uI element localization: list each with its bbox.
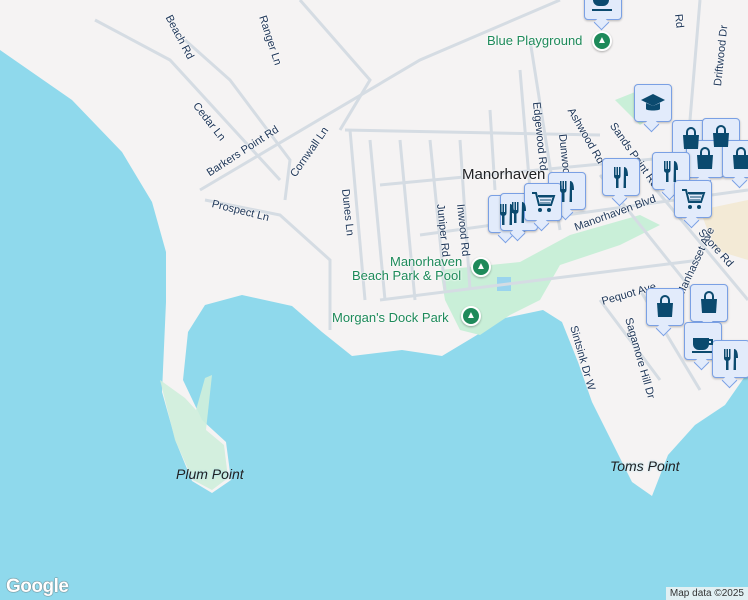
cart-marker[interactable] xyxy=(674,180,712,218)
coffee-marker[interactable] xyxy=(584,0,622,20)
restaurant-icon xyxy=(614,167,628,188)
restaurant-marker[interactable] xyxy=(712,340,748,378)
restaurant-icon xyxy=(512,202,526,223)
shopping-marker[interactable] xyxy=(646,288,684,326)
cart-icon xyxy=(682,189,706,209)
google-logo[interactable]: Google xyxy=(6,576,69,598)
park-icon[interactable]: ▲ xyxy=(592,31,612,51)
education-icon xyxy=(641,94,665,111)
shopping-marker[interactable] xyxy=(690,284,728,322)
restaurant-icon xyxy=(560,181,574,202)
beach-park-label-line1[interactable]: Manorhaven xyxy=(390,254,462,269)
beach-park-label-line2[interactable]: Beach Park & Pool xyxy=(352,268,461,283)
toms-point-label: Toms Point xyxy=(610,458,680,474)
park-icon[interactable]: ▲ xyxy=(471,257,491,277)
shopping-icon xyxy=(701,291,717,313)
restaurant-icon xyxy=(664,161,678,182)
land xyxy=(0,0,748,496)
morgans-dock-park-label[interactable]: Morgan's Dock Park xyxy=(332,310,449,325)
cafe-icon xyxy=(692,338,713,353)
education-marker[interactable] xyxy=(634,84,672,122)
shopping-icon xyxy=(697,147,713,169)
street-rd: Rd xyxy=(672,13,686,29)
shopping-icon xyxy=(733,147,748,169)
park-icon[interactable]: ▲ xyxy=(461,306,481,326)
blue-playground-label[interactable]: Blue Playground xyxy=(487,33,582,48)
town-label: Manorhaven xyxy=(462,166,546,183)
plum-point-label: Plum Point xyxy=(176,466,244,482)
cart-icon xyxy=(532,192,556,212)
restaurant-icon xyxy=(724,349,738,370)
restaurant-marker[interactable] xyxy=(602,158,640,196)
shopping-icon xyxy=(657,295,673,317)
coffee-icon xyxy=(592,0,612,11)
map-attribution[interactable]: Map data ©2025 xyxy=(665,587,748,600)
